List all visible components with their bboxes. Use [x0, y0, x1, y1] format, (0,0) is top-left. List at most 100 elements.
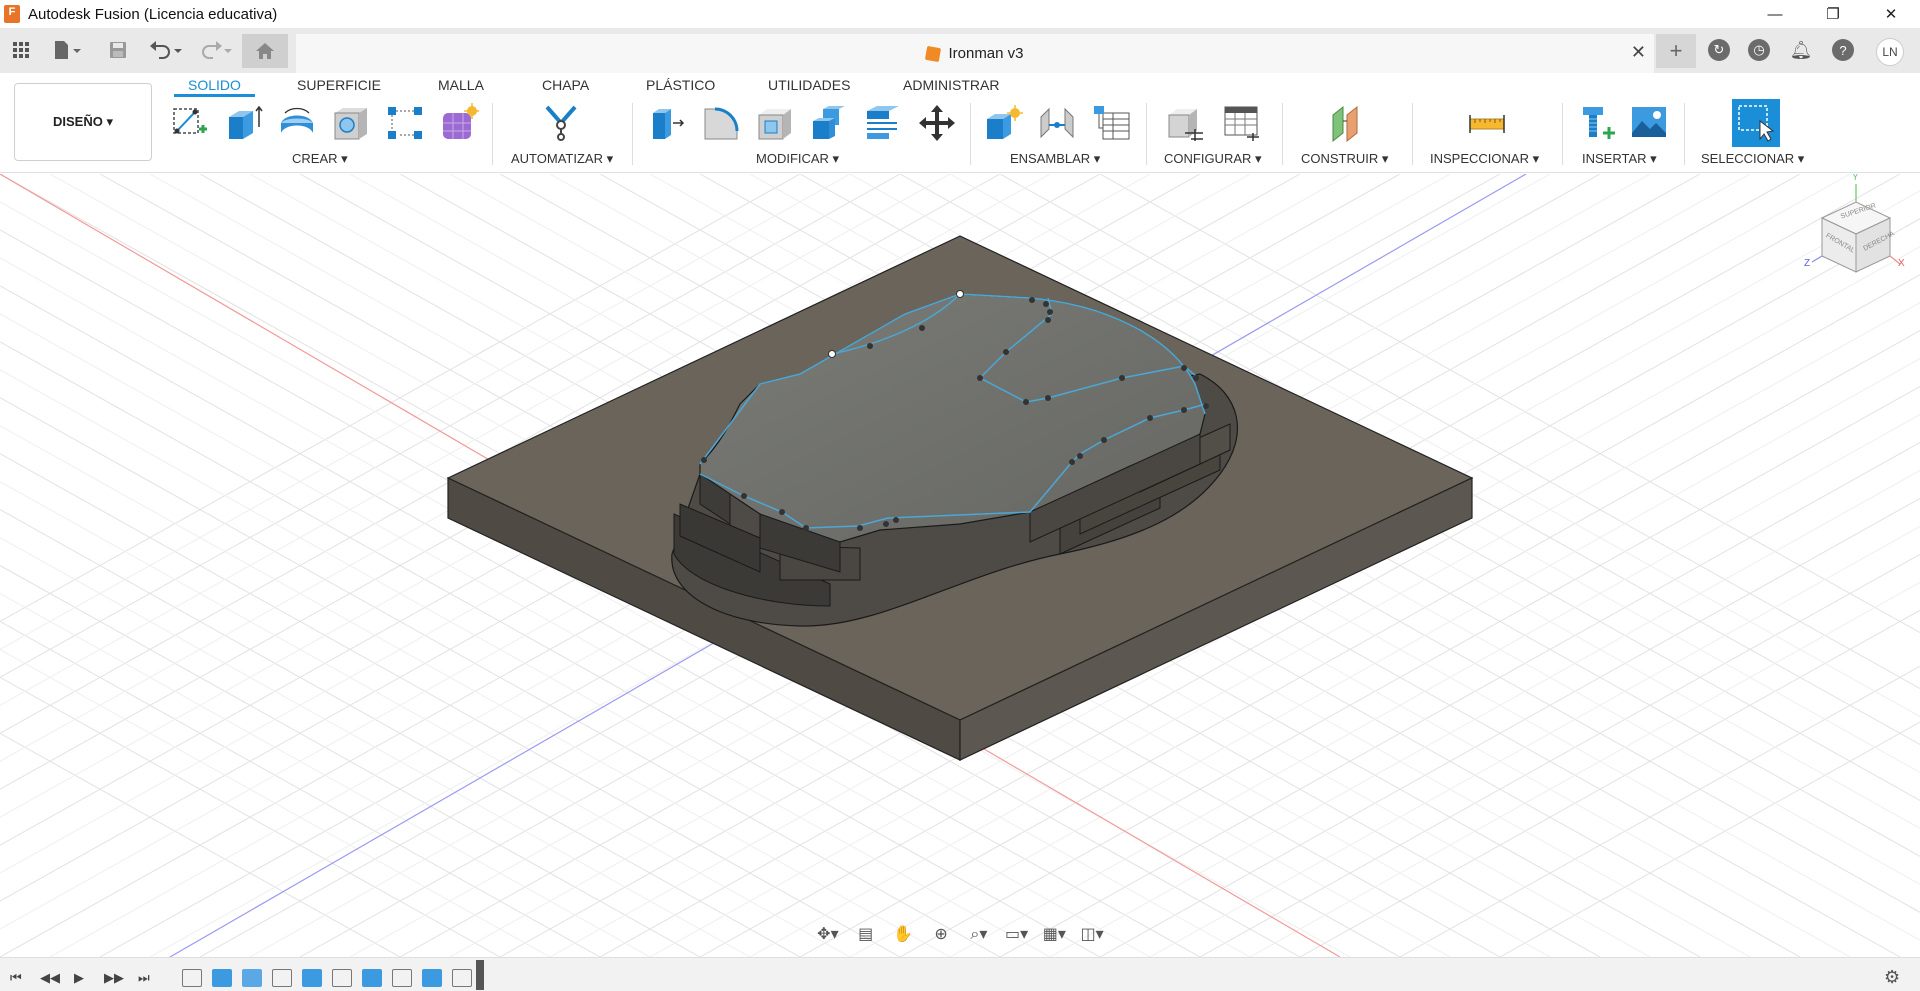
group-configurar[interactable]: CONFIGURAR ▾	[1164, 151, 1262, 167]
fillet-button[interactable]	[700, 101, 742, 145]
bill-of-materials-button[interactable]	[1090, 101, 1132, 145]
automate-icon	[545, 105, 577, 141]
close-window-button[interactable]: ✕	[1862, 0, 1920, 28]
timeline-marker[interactable]	[476, 960, 484, 990]
extensions-icon[interactable]: ↻	[1708, 39, 1730, 61]
offset-plane-button[interactable]	[1326, 101, 1368, 145]
group-automatizar[interactable]: AUTOMATIZAR ▾	[511, 151, 613, 167]
separator	[1146, 103, 1147, 165]
extrude-button[interactable]	[222, 101, 264, 145]
offset-face-button[interactable]	[862, 101, 904, 145]
image-icon	[1632, 107, 1666, 137]
separator	[970, 103, 971, 165]
tab-superficie[interactable]: SUPERFICIE	[297, 75, 381, 97]
timeline-sketch-icon[interactable]	[332, 969, 352, 987]
go-to-end-icon[interactable]: ⏭	[138, 970, 150, 986]
measure-button[interactable]	[1466, 101, 1508, 145]
new-component-button[interactable]	[982, 101, 1024, 145]
z-axis-label: Z	[1804, 258, 1811, 269]
shell-icon	[758, 109, 791, 140]
tab-document[interactable]: Ironman v3 ✕	[296, 34, 1654, 73]
create-form-button[interactable]	[438, 101, 480, 145]
save-icon[interactable]	[106, 36, 130, 64]
timeline-sketch-icon[interactable]	[182, 969, 202, 987]
ribbon-toolbar: DISEÑO ▾ SOLIDO SUPERFICIE MALLA CHAPA P…	[0, 73, 1920, 173]
group-modificar[interactable]: MODIFICAR ▾	[756, 151, 839, 167]
step-back-icon[interactable]: ◀◀	[40, 970, 60, 986]
group-seleccionar[interactable]: SELECCIONAR ▾	[1701, 151, 1804, 167]
timeline-sketch-icon[interactable]	[272, 969, 292, 987]
automate-button[interactable]	[540, 101, 582, 145]
tab-chapa[interactable]: CHAPA	[542, 75, 589, 97]
go-to-start-icon[interactable]: ⏮	[10, 970, 22, 986]
display-settings-icon[interactable]: ▭▾	[1001, 920, 1033, 948]
create-sketch-button[interactable]	[168, 101, 210, 145]
tab-utilidades[interactable]: UTILIDADES	[768, 75, 850, 97]
pattern-button[interactable]	[384, 101, 426, 145]
revolve-button[interactable]	[276, 101, 318, 145]
help-icon[interactable]: ?	[1832, 39, 1854, 61]
viewcube[interactable]: Y X Z SUPERIOR FRONTAL DERECHA	[1804, 174, 1905, 285]
tab-plastico[interactable]: PLÁSTICO	[646, 75, 715, 97]
hole-button[interactable]	[330, 101, 372, 145]
orbit-icon[interactable]: ✥▾	[812, 920, 844, 948]
gear-icon[interactable]: ⚙	[1884, 967, 1900, 988]
grid-settings-icon[interactable]: ▦▾	[1039, 920, 1071, 948]
undo-icon[interactable]	[146, 36, 186, 64]
configure-table-button[interactable]	[1220, 101, 1262, 145]
select-button[interactable]	[1732, 99, 1780, 147]
timeline-sketch-icon[interactable]	[392, 969, 412, 987]
configure-button[interactable]	[1164, 101, 1206, 145]
restore-button[interactable]: ❐	[1804, 0, 1862, 28]
group-construir[interactable]: CONSTRUIR ▾	[1301, 151, 1388, 167]
form-icon	[443, 103, 479, 139]
canvas-viewport[interactable]: Y X Z SUPERIOR FRONTAL DERECHA	[0, 174, 1920, 957]
viewports-icon[interactable]: ◫▾	[1076, 920, 1108, 948]
look-at-icon[interactable]: ▤	[850, 920, 882, 948]
timeline-canvas-icon[interactable]	[242, 969, 262, 987]
move-copy-button[interactable]	[916, 101, 958, 145]
play-icon[interactable]: ▶	[74, 970, 84, 986]
shell-button[interactable]	[754, 101, 796, 145]
group-inspeccionar[interactable]: INSPECCIONAR ▾	[1430, 151, 1539, 167]
avatar[interactable]: LN	[1876, 38, 1904, 66]
job-status-icon[interactable]: ◷	[1748, 39, 1770, 61]
press-pull-icon	[653, 109, 685, 139]
title-bar: F Autodesk Fusion (Licencia educativa) —…	[0, 0, 1920, 28]
timeline-extrude-icon[interactable]	[362, 969, 382, 987]
tab-administrar[interactable]: ADMINISTRAR	[903, 75, 999, 97]
zoom-window-icon[interactable]: ⌕▾	[963, 920, 995, 948]
table-icon	[1094, 106, 1130, 140]
group-insertar[interactable]: INSERTAR ▾	[1582, 151, 1657, 167]
press-pull-button[interactable]	[646, 101, 688, 145]
file-menu-icon[interactable]	[50, 36, 86, 64]
fusion-logo-icon: F	[4, 5, 20, 23]
tab-solido[interactable]: SOLIDO	[174, 75, 255, 97]
combine-button[interactable]	[808, 101, 850, 145]
close-tab-button[interactable]: ✕	[1631, 42, 1646, 63]
redo-icon[interactable]	[196, 36, 236, 64]
insert-image-button[interactable]	[1628, 101, 1670, 145]
model-scene[interactable]	[0, 174, 1920, 957]
group-ensamblar[interactable]: ENSAMBLAR ▾	[1010, 151, 1100, 167]
workspace-switcher[interactable]: DISEÑO ▾	[14, 83, 152, 161]
home-button[interactable]	[242, 34, 288, 68]
timeline-extrude-icon[interactable]	[212, 969, 232, 987]
insert-mcmaster-button[interactable]	[1576, 101, 1618, 145]
timeline-extrude-icon[interactable]	[302, 969, 322, 987]
timeline-extrude-icon[interactable]	[422, 969, 442, 987]
tab-malla[interactable]: MALLA	[438, 75, 484, 97]
group-crear[interactable]: CREAR ▾	[292, 151, 348, 167]
revolve-icon	[281, 107, 313, 133]
timeline-sketch-icon[interactable]	[452, 969, 472, 987]
select-icon	[1738, 105, 1775, 142]
zoom-icon[interactable]: ⊕	[925, 920, 957, 948]
step-forward-icon[interactable]: ▶▶	[104, 970, 124, 986]
new-component-icon	[987, 105, 1023, 139]
new-tab-button[interactable]: +	[1656, 34, 1696, 68]
pan-icon[interactable]: ✋	[888, 920, 920, 948]
minimize-button[interactable]: —	[1746, 0, 1804, 28]
notifications-icon[interactable]: 🔔︎	[1790, 39, 1813, 61]
app-grid-icon[interactable]	[10, 36, 32, 64]
joint-button[interactable]	[1036, 101, 1078, 145]
